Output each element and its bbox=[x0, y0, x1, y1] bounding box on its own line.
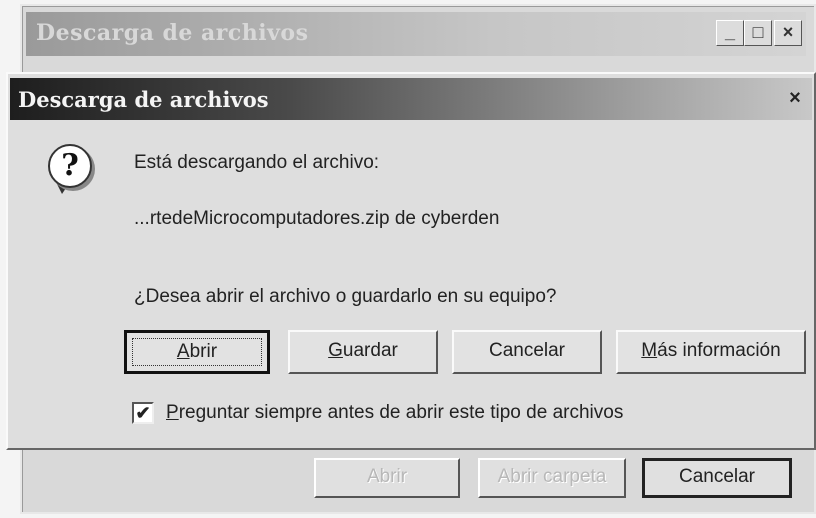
always-ask-mnemonic: P bbox=[166, 402, 179, 423]
background-open-button[interactable]: Abrir bbox=[314, 458, 460, 498]
always-ask-checkbox[interactable]: ✔ bbox=[132, 402, 154, 424]
always-ask-label[interactable]: Preguntar siempre antes de abrir este ti… bbox=[166, 402, 623, 424]
download-message: Está descargando el archivo: bbox=[134, 152, 380, 173]
download-filename: ...rtedeMicrocomputadores.zip de cyberde… bbox=[134, 208, 500, 229]
background-title-bar[interactable]: Descarga de archivos _ □ × bbox=[26, 12, 806, 56]
file-download-dialog: Descarga de archivos × ? Está descargand… bbox=[6, 72, 816, 450]
save-button-label: uardar bbox=[342, 340, 398, 361]
always-ask-label-text: reguntar siempre antes de abrir este tip… bbox=[178, 402, 624, 423]
close-icon[interactable]: × bbox=[774, 20, 802, 46]
background-window-title: Descarga de archivos bbox=[36, 20, 309, 46]
minimize-icon[interactable]: _ bbox=[716, 20, 744, 46]
more-info-label: ás información bbox=[657, 340, 781, 361]
more-info-mnemonic: M bbox=[641, 340, 658, 361]
open-button[interactable]: Abrir bbox=[124, 330, 270, 374]
save-button-mnemonic: G bbox=[328, 340, 343, 361]
more-info-button[interactable]: Más información bbox=[616, 330, 806, 374]
save-button[interactable]: Guardar bbox=[288, 330, 438, 374]
dialog-title: Descarga de archivos bbox=[18, 87, 269, 112]
maximize-icon[interactable]: □ bbox=[744, 20, 772, 46]
cancel-button[interactable]: Cancelar bbox=[452, 330, 602, 374]
open-or-save-question: ¿Desea abrir el archivo o guardarlo en s… bbox=[134, 286, 557, 307]
question-icon: ? bbox=[48, 144, 92, 188]
background-open-folder-button[interactable]: Abrir carpeta bbox=[478, 458, 626, 498]
dialog-close-icon[interactable]: × bbox=[782, 86, 808, 112]
dialog-title-bar[interactable]: Descarga de archivos × bbox=[10, 78, 812, 120]
focus-rectangle bbox=[132, 338, 262, 366]
background-cancel-button[interactable]: Cancelar bbox=[642, 458, 792, 498]
